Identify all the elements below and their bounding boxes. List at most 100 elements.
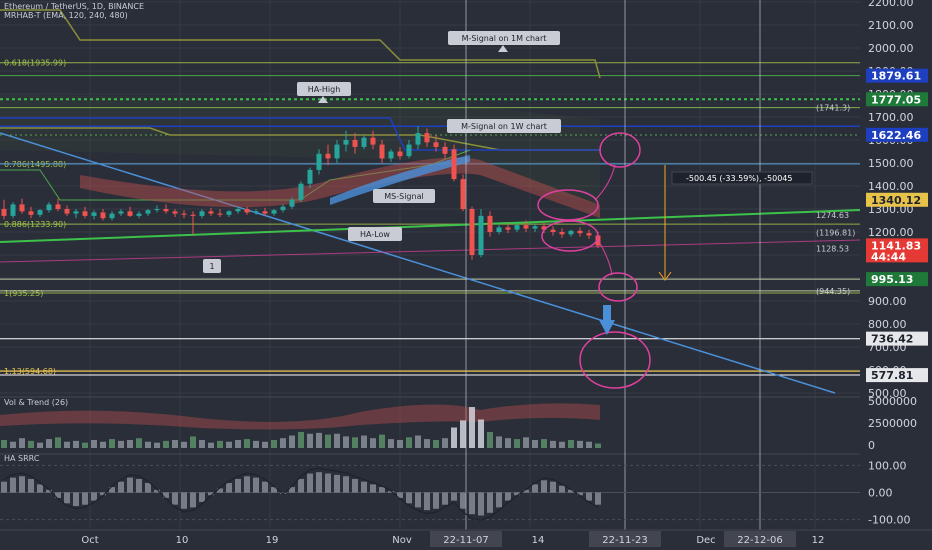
oscillator-bar	[118, 481, 124, 493]
candle-body	[469, 209, 475, 255]
volume-bar	[361, 435, 367, 448]
oscillator-bar	[478, 492, 484, 516]
price-badge-countdown: 44:44	[871, 250, 906, 263]
volume-bar	[136, 438, 142, 448]
volume-bar	[388, 439, 394, 448]
oscillator-tick-label: -100.00	[868, 514, 910, 527]
oscillator-bar	[433, 492, 439, 509]
oscillator-bar	[190, 492, 196, 508]
candle-body	[145, 210, 151, 214]
volume-bar	[577, 440, 583, 448]
oscillator-bar	[244, 476, 250, 493]
price-tick-label: 1700.00	[868, 111, 914, 124]
oscillator-bar	[316, 472, 322, 493]
volume-bar	[451, 427, 457, 448]
price-badge-label: 1340.12	[871, 194, 921, 207]
time-tick-label: Dec	[696, 535, 715, 546]
volume-bar	[550, 440, 556, 448]
candle-body	[478, 215, 484, 255]
oscillator-bar	[541, 480, 547, 493]
time-tick-label: Nov	[392, 535, 412, 546]
candle-body	[226, 211, 232, 215]
volume-bar	[64, 441, 70, 448]
callout-label: HA-Low	[360, 230, 390, 239]
time-highlight-label: 22-11-07	[443, 535, 488, 546]
volume-bar	[433, 439, 439, 448]
candle-body	[118, 211, 124, 214]
candle-body	[46, 204, 52, 211]
candle-body	[586, 233, 592, 236]
oscillator-bar	[10, 477, 16, 493]
volume-bar	[127, 439, 133, 448]
oscillator-title: HA SRRC	[4, 454, 40, 463]
candle-body	[505, 227, 511, 230]
oscillator-bar	[37, 484, 43, 493]
oscillator-bar	[172, 492, 178, 505]
oscillator-bar	[19, 476, 25, 493]
price-tick-label: 2000.00	[868, 42, 914, 55]
volume-bar	[82, 442, 88, 448]
oscillator-bar	[307, 473, 313, 493]
oscillator-bar	[406, 492, 412, 504]
candle-body	[64, 209, 70, 214]
volume-bar	[91, 439, 97, 448]
oscillator-bar	[370, 484, 376, 493]
candle-body	[298, 183, 304, 200]
oscillator-bar	[379, 487, 385, 493]
candle-body	[262, 211, 268, 214]
candle-body	[280, 206, 286, 211]
candle-body	[37, 210, 43, 215]
candle-body	[559, 232, 565, 235]
volume-bar	[460, 420, 466, 448]
oscillator-bar	[181, 492, 187, 509]
candle-body	[190, 214, 196, 216]
chart: 0.618(1935.99)0.786(1495.88)0.886(1233.9…	[0, 0, 932, 550]
callout-label: M-Signal on 1M chart	[462, 34, 547, 43]
oscillator-bar	[199, 492, 205, 502]
time-tick-label: 12	[812, 535, 825, 546]
candle-body	[172, 211, 178, 214]
candle-body	[244, 209, 250, 213]
volume-bar	[415, 435, 421, 448]
oscillator-bar	[550, 481, 556, 493]
oscillator-bar	[469, 492, 475, 515]
candle-body	[253, 211, 259, 213]
price-tick-label: 800.00	[868, 318, 907, 331]
time-highlight-label: 22-11-23	[602, 535, 647, 546]
price-badge-label: 1777.05	[871, 93, 921, 106]
oscillator-tick-label: 100.00	[868, 459, 907, 472]
oscillator-bar	[298, 478, 304, 493]
oscillator-bar	[64, 492, 70, 504]
chart-title: Ethereum / TetherUS, 1D, BINANCE	[4, 2, 144, 11]
candle-body	[352, 140, 358, 147]
volume-bar	[559, 441, 565, 448]
candle-body	[568, 230, 574, 235]
candle-body	[343, 140, 349, 145]
volume-bar	[1, 439, 7, 448]
volume-bar	[253, 440, 259, 448]
candle-body	[496, 227, 502, 232]
oscillator-bar	[136, 478, 142, 493]
time-tick-label: 19	[266, 535, 279, 546]
price-badge-label: 1622.46	[871, 129, 921, 142]
volume-bar	[37, 442, 43, 448]
candle-body	[433, 142, 439, 147]
oscillator-bar	[235, 478, 241, 493]
volume-title: Vol & Trend (26)	[4, 398, 68, 407]
oscillator-bar	[460, 492, 466, 509]
candle-body	[271, 210, 277, 214]
volume-bar	[469, 407, 475, 448]
candle-body	[127, 211, 133, 216]
line-value-label: 1128.53	[816, 244, 849, 253]
time-highlight-label: 22-12-06	[737, 535, 782, 546]
oscillator-bar	[415, 492, 421, 508]
oscillator-bar	[91, 492, 97, 501]
volume-bar	[235, 439, 241, 448]
volume-bar	[172, 439, 178, 448]
volume-bar	[496, 436, 502, 448]
price-badge-label: 1879.61	[871, 70, 921, 83]
volume-bar	[55, 437, 61, 448]
volume-bar	[424, 439, 430, 448]
line-value-label: (944.35)	[816, 287, 850, 296]
volume-bar	[208, 442, 214, 448]
